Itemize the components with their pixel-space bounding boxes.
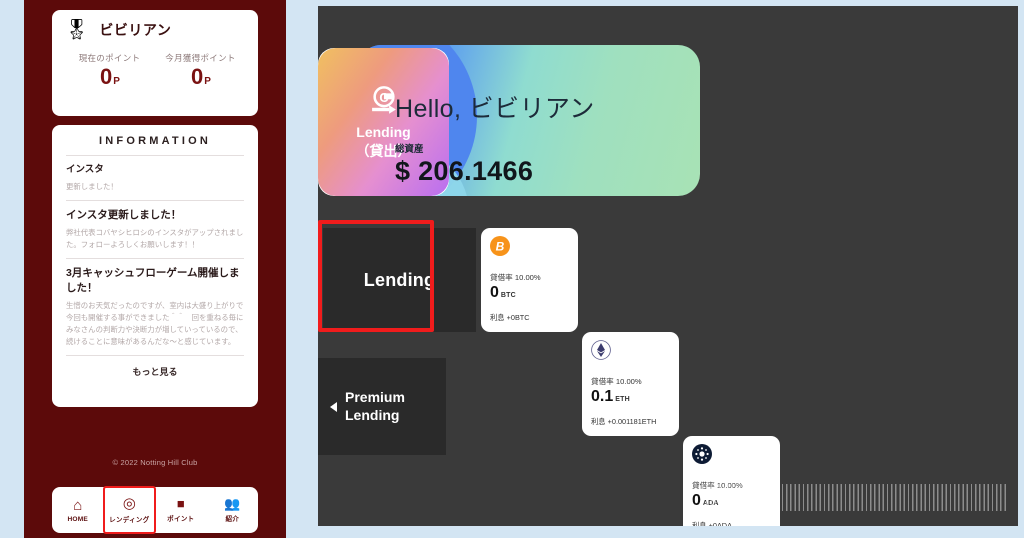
bottom-navigation: ⌂ HOME ◎ レンディング ■ ポイント 👥 紹介 — [52, 486, 259, 534]
information-card: INFORMATION インスタ 更新しました！ インスタ更新しました！ 弊社代… — [52, 125, 258, 407]
lending-card-btc[interactable]: B 貸借率 10.00% 0 BTC 利息 +0BTC — [481, 228, 578, 332]
nav-item-lending[interactable]: ◎ レンディング — [102, 486, 156, 534]
hero-balance-card: Hello, ビビリアン 総資産 $ 206.1466 — [359, 45, 700, 196]
hero-greeting: Hello, ビビリアン — [395, 95, 595, 123]
nav-item-points[interactable]: ■ ポイント — [155, 487, 207, 533]
information-item-heading: 3月キャッシュフローゲーム開催しました！ — [66, 266, 240, 295]
premium-section-strip[interactable]: Premium Lending — [318, 358, 446, 455]
copyright-text: © 2022 Notting Hill Club — [112, 458, 198, 467]
trophy-icon: 🎖 — [64, 19, 90, 41]
lending-card-ada[interactable]: 貸借率 10.00% 0ADA 利息 +0ADA — [683, 436, 780, 526]
lending-card-eth-ticker: ETH — [615, 396, 630, 403]
referral-icon: 👥 — [224, 496, 241, 511]
profile-header: 🎖 ビビリアン — [64, 20, 246, 40]
lending-card-btc-interest: 利息 +0BTC — [490, 313, 530, 322]
points-month-value: 0 — [191, 64, 204, 89]
nav-item-points-label: ポイント — [167, 516, 195, 523]
nav-item-lending-label: レンディング — [109, 517, 150, 524]
points-month-label: 今月獲得ポイント — [165, 53, 236, 63]
points-current: 現在のポイント 0P — [64, 52, 155, 88]
lending-card-eth[interactable]: 貸借率 10.00% 0.1 ETH 利息 +0.001181ETH — [582, 332, 679, 436]
lending-card-ada-amount: 0 — [692, 492, 701, 509]
lending-section-strip: Lending — [323, 228, 476, 332]
information-item-body: 弊社代表コバヤシヒロシのインスタがアップされました。フォローよろしくお願いします… — [66, 227, 244, 249]
nav-item-home[interactable]: ⌂ HOME — [52, 487, 104, 533]
profile-card: 🎖 ビビリアン 現在のポイント 0P 今月獲得ポイント 0P — [52, 10, 258, 116]
premium-section-label: Premium Lending — [345, 389, 405, 423]
lending-card-btc-amount: 0 — [490, 284, 499, 301]
information-item-heading: インスタ — [66, 164, 104, 175]
lending-card-eth-rate: 貸借率 10.00% — [591, 377, 642, 386]
nav-item-referral[interactable]: 👥 紹介 — [207, 487, 259, 533]
lending-icon: ◎ — [122, 495, 136, 512]
show-more-button[interactable]: もっと見る — [64, 356, 246, 386]
information-item[interactable]: 3月キャッシュフローゲーム開催しました！ 生憎のお天気だったのですが、室内は大盛… — [64, 259, 246, 355]
lending-card-ada-interest: 利息 +0ADA — [692, 521, 732, 526]
information-item[interactable]: インスタ更新しました！ 弊社代表コバヤシヒロシのインスタがアップされました。フォ… — [64, 201, 246, 258]
information-title: INFORMATION — [99, 135, 211, 147]
information-item[interactable]: インスタ 更新しました！ — [64, 156, 246, 200]
points-month: 今月獲得ポイント 0P — [155, 52, 246, 88]
lending-card-btc-rate: 貸借率 10.00% — [490, 273, 541, 282]
cardano-icon — [692, 444, 712, 464]
svg-text:B: B — [496, 240, 505, 254]
decorative-stripes — [702, 484, 1008, 511]
home-icon: ⌂ — [73, 496, 83, 514]
nav-item-referral-label: 紹介 — [225, 516, 240, 523]
main-panel: Hello, ビビリアン 総資産 $ 206.1466 PremiumLendi… — [318, 6, 1018, 526]
sidebar: 🎖 ビビリアン 現在のポイント 0P 今月獲得ポイント 0P INFORMATI… — [24, 0, 286, 538]
lending-section-label: Lending — [363, 269, 436, 290]
points-month-unit: P — [204, 76, 211, 87]
ethereum-icon — [591, 340, 611, 360]
hero-total-asset-amount: $ 206.1466 — [395, 156, 534, 186]
points-row: 現在のポイント 0P 今月獲得ポイント 0P — [64, 52, 246, 88]
information-item-heading: インスタ更新しました！ — [66, 208, 182, 221]
nav-item-home-label: HOME — [67, 515, 89, 523]
bitcoin-icon: B — [490, 236, 510, 256]
coins-icon: ■ — [176, 496, 185, 511]
information-item-body: 生憎のお天気だったのですが、室内は大盛り上がりで今回も開催する事ができました＾＾… — [66, 301, 244, 347]
points-current-value: 0 — [100, 64, 113, 89]
hero-total-asset-label: 総資産 — [395, 144, 424, 155]
chevron-left-icon — [330, 401, 337, 412]
lending-card-eth-interest: 利息 +0.001181ETH — [591, 417, 657, 426]
lending-card-btc-ticker: BTC — [500, 292, 516, 299]
app-root: 🎖 ビビリアン 現在のポイント 0P 今月獲得ポイント 0P INFORMATI… — [0, 0, 1024, 538]
points-current-label: 現在のポイント — [78, 53, 141, 63]
lending-card-eth-amount: 0.1 — [591, 388, 614, 405]
information-item-body: 更新しました！ — [66, 181, 118, 191]
profile-name: ビビリアン — [99, 22, 172, 38]
points-current-unit: P — [113, 76, 120, 87]
